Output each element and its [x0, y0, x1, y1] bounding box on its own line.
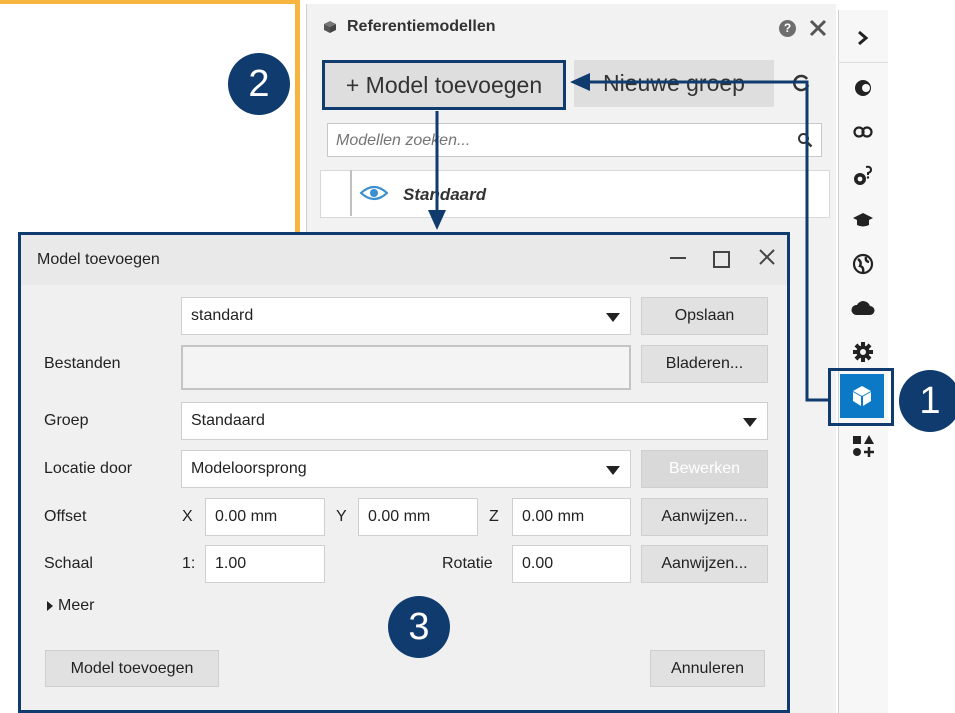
- scale-prefix: 1:: [182, 555, 196, 572]
- more-label: Meer: [58, 597, 95, 614]
- location-value: Modeloorsprong: [191, 460, 307, 477]
- maximize-icon[interactable]: [713, 251, 730, 268]
- callout-badge-2: 2: [228, 53, 290, 115]
- cube-icon: [324, 21, 336, 33]
- offset-x-field[interactable]: 0.00 mm: [205, 498, 325, 536]
- search-input[interactable]: [334, 130, 778, 152]
- chevron-down-icon: [743, 418, 757, 427]
- files-label: Bestanden: [44, 355, 121, 372]
- rotation-label: Rotatie: [442, 555, 493, 572]
- callout-badge-1: 1: [899, 370, 955, 432]
- add-model-button[interactable]: + Model toevoegen: [322, 60, 566, 110]
- globe-icon[interactable]: [838, 242, 888, 286]
- viewport-canvas[interactable]: [0, 0, 300, 240]
- eye-icon[interactable]: [360, 185, 388, 201]
- refresh-icon[interactable]: [793, 74, 811, 92]
- edit-button[interactable]: Bewerken: [641, 450, 768, 488]
- browse-button[interactable]: Bladeren...: [641, 345, 768, 383]
- cancel-button[interactable]: Annuleren: [650, 650, 765, 687]
- pick-offset-button[interactable]: Aanwijzen...: [641, 498, 768, 536]
- close-icon[interactable]: [809, 19, 827, 37]
- link-icon[interactable]: [838, 110, 888, 154]
- more-toggle[interactable]: Meer: [47, 597, 94, 615]
- group-select[interactable]: Standaard: [181, 402, 768, 440]
- chevron-right-icon[interactable]: [838, 16, 888, 60]
- location-select[interactable]: Modeloorsprong: [181, 450, 631, 488]
- scale-field[interactable]: 1.00: [205, 545, 325, 583]
- component-icon[interactable]: [838, 66, 888, 110]
- tree-item-label: Standaard: [403, 185, 487, 204]
- rotation-field[interactable]: 0.00: [512, 545, 631, 583]
- dialog-title: Model toevoegen: [37, 251, 160, 268]
- offset-y-field[interactable]: 0.00 mm: [358, 498, 478, 536]
- pick-rotation-button[interactable]: Aanwijzen...: [641, 545, 768, 583]
- files-field[interactable]: [181, 345, 631, 390]
- chevron-down-icon: [606, 466, 620, 475]
- scale-label: Schaal: [44, 555, 93, 572]
- save-button[interactable]: Opslaan: [641, 297, 768, 335]
- caret-right-icon: [47, 601, 53, 611]
- y-label: Y: [336, 508, 347, 525]
- graduation-cap-icon[interactable]: [838, 198, 888, 242]
- x-label: X: [182, 508, 193, 525]
- search-icon[interactable]: [797, 132, 813, 148]
- location-label: Locatie door: [44, 460, 133, 477]
- cloud-icon[interactable]: [838, 286, 888, 330]
- rail-divider: [838, 62, 888, 63]
- search-box: [327, 123, 822, 157]
- group-label: Groep: [44, 412, 89, 429]
- callout-badge-3: 3: [388, 596, 450, 658]
- help-icon[interactable]: ?: [779, 20, 796, 37]
- minimize-icon[interactable]: [668, 247, 688, 267]
- highlight-frame: [828, 368, 894, 426]
- settings-question-icon[interactable]: [838, 154, 888, 198]
- panel-title: Referentiemodellen: [347, 18, 496, 35]
- group-value: Standaard: [191, 412, 265, 429]
- preset-select[interactable]: standard: [181, 297, 631, 335]
- shapes-add-icon[interactable]: [838, 424, 888, 468]
- new-group-button[interactable]: Nieuwe groep: [574, 60, 774, 107]
- offset-z-field[interactable]: 0.00 mm: [512, 498, 631, 536]
- add-model-confirm-button[interactable]: Model toevoegen: [45, 650, 219, 687]
- chevron-down-icon: [606, 313, 620, 322]
- offset-label: Offset: [44, 508, 87, 525]
- close-icon[interactable]: [757, 247, 777, 267]
- preset-value: standard: [191, 307, 254, 324]
- z-label: Z: [489, 508, 499, 525]
